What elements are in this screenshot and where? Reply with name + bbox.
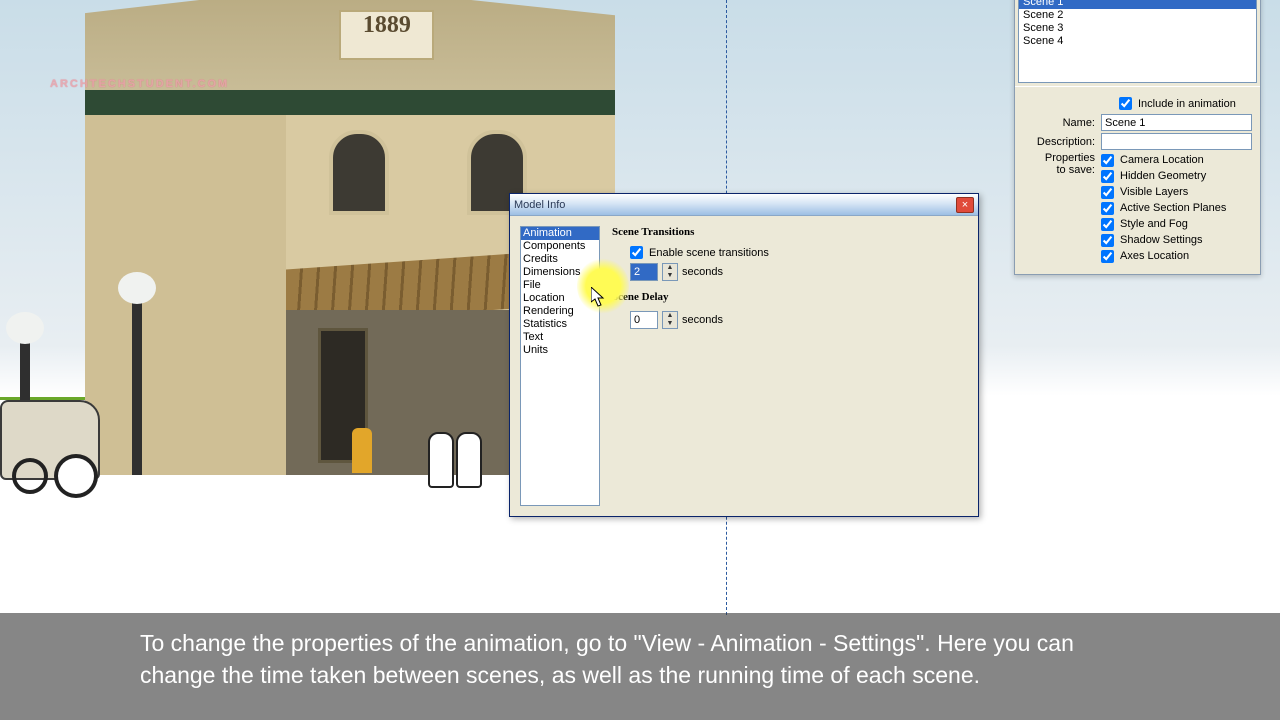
- transition-seconds-input[interactable]: [630, 263, 658, 281]
- prop-camera-checkbox[interactable]: [1101, 154, 1114, 167]
- streetlamp[interactable]: [132, 300, 142, 475]
- delay-spinner[interactable]: ▲▼: [662, 311, 678, 329]
- category-list[interactable]: Animation Components Credits Dimensions …: [520, 226, 600, 506]
- scene-item[interactable]: Scene 4: [1019, 35, 1256, 48]
- properties-label-2: to save:: [1056, 164, 1095, 176]
- scene-item[interactable]: Scene 2: [1019, 9, 1256, 22]
- prop-layers-checkbox[interactable]: [1101, 186, 1114, 199]
- category-item-animation[interactable]: Animation: [521, 227, 599, 240]
- enable-transitions-label: Enable scene transitions: [649, 247, 769, 259]
- prop-label: Visible Layers: [1120, 186, 1188, 198]
- scene-item[interactable]: Scene 1: [1019, 0, 1256, 9]
- transition-spinner[interactable]: ▲▼: [662, 263, 678, 281]
- prop-axes-checkbox[interactable]: [1101, 250, 1114, 263]
- prop-label: Camera Location: [1120, 154, 1204, 166]
- prop-hidden-checkbox[interactable]: [1101, 170, 1114, 183]
- prop-label: Style and Fog: [1120, 218, 1188, 230]
- figure-group[interactable]: [428, 432, 488, 484]
- category-item-text[interactable]: Text: [521, 331, 599, 344]
- enable-transitions-checkbox[interactable]: [630, 246, 643, 259]
- category-item-credits[interactable]: Credits: [521, 253, 599, 266]
- transitions-heading: Scene Transitions: [612, 226, 968, 238]
- category-item-units[interactable]: Units: [521, 344, 599, 357]
- subtitle-caption: To change the properties of the animatio…: [0, 613, 1280, 720]
- delay-unit: seconds: [682, 314, 723, 326]
- category-item-statistics[interactable]: Statistics: [521, 318, 599, 331]
- category-item-components[interactable]: Components: [521, 240, 599, 253]
- scene-item[interactable]: Scene 3: [1019, 22, 1256, 35]
- scene-description-input[interactable]: [1101, 133, 1252, 150]
- building-sign: 1889: [339, 10, 434, 60]
- dialog-title: Model Info: [514, 199, 956, 211]
- prop-label: Axes Location: [1120, 250, 1189, 262]
- prop-label: Hidden Geometry: [1120, 170, 1206, 182]
- hydrant[interactable]: [352, 428, 372, 473]
- car-model[interactable]: [0, 400, 100, 480]
- watermark: ARCHTECHSTUDENT.COM: [50, 66, 229, 94]
- name-label: Name:: [1023, 117, 1095, 129]
- category-item-location[interactable]: Location: [521, 292, 599, 305]
- transition-unit: seconds: [682, 266, 723, 278]
- category-item-file[interactable]: File: [521, 279, 599, 292]
- close-button[interactable]: ×: [956, 197, 974, 213]
- prop-label: Shadow Settings: [1120, 234, 1203, 246]
- prop-shadow-checkbox[interactable]: [1101, 234, 1114, 247]
- dialog-titlebar[interactable]: Model Info ×: [510, 194, 978, 216]
- scene-list[interactable]: Scene 1 Scene 2 Scene 3 Scene 4: [1018, 0, 1257, 83]
- scene-name-input[interactable]: [1101, 114, 1252, 131]
- properties-label-1: Properties: [1045, 152, 1095, 164]
- prop-sections-checkbox[interactable]: [1101, 202, 1114, 215]
- model-info-dialog[interactable]: Model Info × Animation Components Credit…: [509, 193, 979, 517]
- description-label: Description:: [1023, 136, 1095, 148]
- include-animation-label: Include in animation: [1138, 98, 1236, 110]
- prop-label: Active Section Planes: [1120, 202, 1226, 214]
- delay-seconds-input[interactable]: [630, 311, 658, 329]
- category-item-rendering[interactable]: Rendering: [521, 305, 599, 318]
- include-animation-checkbox[interactable]: [1119, 97, 1132, 110]
- prop-style-checkbox[interactable]: [1101, 218, 1114, 231]
- scenes-panel[interactable]: Scene 1 Scene 2 Scene 3 Scene 4 Include …: [1014, 0, 1261, 275]
- category-item-dimensions[interactable]: Dimensions: [521, 266, 599, 279]
- delay-heading: Scene Delay: [612, 291, 968, 303]
